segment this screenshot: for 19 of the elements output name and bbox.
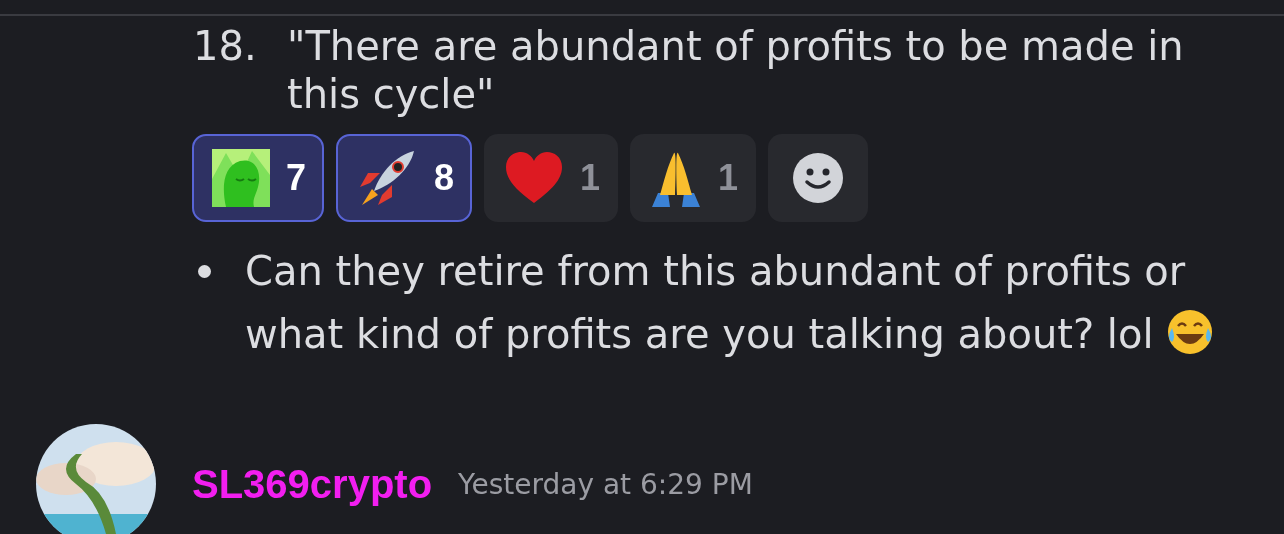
add-reaction-button[interactable] [768,134,869,222]
message-text: Can they retire from this abundant of profits or what kind of profits are you talking about? lol [245,240,1265,366]
reaction-button[interactable]: 1 [484,134,619,222]
reaction-count: 7 [286,157,307,199]
reaction-button[interactable]: 8 [336,134,473,222]
timestamp: Yesterday at 6:29 PM [458,467,753,501]
heart-icon [504,151,565,205]
laughing-emoji-icon [1166,308,1215,356]
bullet-dot [198,265,211,278]
reaction-count: 1 [718,157,739,199]
frog-face-icon [212,149,270,207]
quote-text: "There are abundant of profits to be made in this cycle" [287,22,1185,118]
reaction-count: 1 [580,157,601,199]
username[interactable]: SL369crypto [192,461,433,507]
reaction-button[interactable]: 1 [630,134,757,222]
smiley-face-icon [792,152,845,204]
reaction-count: 8 [434,157,455,199]
reaction-button[interactable]: 7 [192,134,325,222]
list-number: 18. [193,22,258,71]
